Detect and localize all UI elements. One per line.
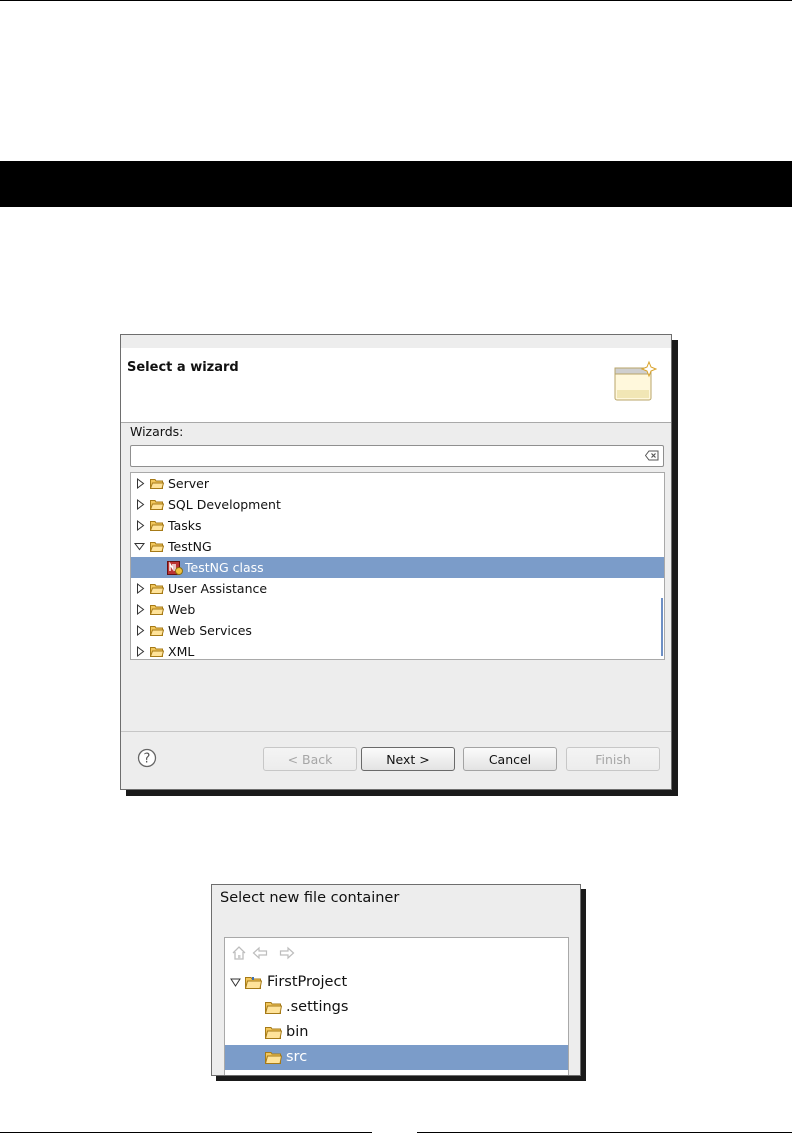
bottom-page-rule-right	[417, 1132, 792, 1133]
folder-icon	[150, 521, 164, 531]
black-banner	[0, 161, 792, 207]
tree-item-label: Tasks	[168, 518, 202, 533]
collapse-arrow-icon[interactable]	[230, 977, 241, 988]
open-folder-icon	[150, 542, 164, 552]
expand-arrow-icon[interactable]	[136, 646, 145, 657]
next-button[interactable]: Next >	[361, 747, 455, 771]
container-tree[interactable]: FirstProject .settings bin src	[224, 937, 569, 1075]
expand-arrow-icon[interactable]	[136, 583, 145, 594]
button-bar-separator	[121, 731, 671, 732]
folder-icon	[150, 605, 164, 615]
tree-item-label: Web	[168, 602, 196, 617]
tree-item-user-assistance[interactable]: User Assistance	[131, 578, 664, 599]
home-icon[interactable]	[231, 945, 247, 961]
expand-arrow-icon[interactable]	[136, 499, 145, 510]
tree-item-label: SQL Development	[168, 497, 281, 512]
tree-item-server[interactable]: Server	[131, 473, 664, 494]
folder-icon	[265, 1027, 282, 1039]
tree-item-testng[interactable]: TestNG	[131, 536, 664, 557]
tree-item-firstproject[interactable]: FirstProject	[225, 970, 568, 995]
tree-scrollbar[interactable]	[661, 598, 663, 656]
tree-item-tasks[interactable]: Tasks	[131, 515, 664, 536]
tree-item-testng-class[interactable]: TestNG class	[131, 557, 664, 578]
tree-item-settings[interactable]: .settings	[225, 995, 568, 1020]
tree-item-src[interactable]: src	[225, 1045, 568, 1070]
folder-icon	[150, 647, 164, 657]
tree-item-label: .settings	[286, 999, 349, 1015]
dialog-title: Select a wizard	[127, 360, 239, 375]
new-wizard-banner-icon	[614, 360, 657, 401]
dialog-header: Select a wizard	[121, 348, 671, 422]
forward-arrow-icon[interactable]	[279, 945, 295, 961]
top-page-rule	[0, 0, 792, 1]
help-icon[interactable]: ?	[137, 748, 157, 768]
bottom-page-rule-left	[0, 1132, 372, 1133]
wizard-filter-input[interactable]	[134, 447, 638, 465]
file-container-panel: Select new file container FirstProject .…	[211, 884, 581, 1076]
tree-item-web[interactable]: Web	[131, 599, 664, 620]
expand-arrow-icon[interactable]	[136, 604, 145, 615]
svg-text:?: ?	[144, 752, 151, 767]
expand-arrow-icon[interactable]	[136, 478, 145, 489]
java-project-icon	[245, 977, 262, 989]
tree-item-sql-development[interactable]: SQL Development	[131, 494, 664, 515]
folder-icon	[265, 1052, 282, 1064]
select-wizard-dialog: Select a wizard Wizards: Server SQL Deve…	[120, 334, 672, 790]
finish-button[interactable]: Finish	[566, 747, 660, 771]
folder-icon	[265, 1002, 282, 1014]
folder-icon	[150, 584, 164, 594]
folder-icon	[150, 500, 164, 510]
tree-item-xml[interactable]: XML	[131, 641, 664, 659]
back-arrow-icon[interactable]	[252, 945, 268, 961]
tree-item-label: src	[286, 1049, 308, 1065]
panel-title: Select new file container	[220, 890, 400, 906]
folder-icon	[150, 626, 164, 636]
expand-arrow-icon[interactable]	[136, 625, 145, 636]
back-button[interactable]: < Back	[263, 747, 357, 771]
tree-item-web-services[interactable]: Web Services	[131, 620, 664, 641]
tree-item-label: FirstProject	[267, 974, 348, 990]
tree-item-label: XML	[168, 644, 195, 659]
tree-item-label: Web Services	[168, 623, 252, 638]
folder-icon	[150, 479, 164, 489]
wizards-label: Wizards:	[130, 424, 184, 439]
header-separator	[121, 422, 671, 423]
tree-item-label: TestNG class	[185, 560, 264, 575]
tree-item-label: bin	[286, 1024, 309, 1040]
testng-class-icon	[167, 561, 183, 575]
tree-item-label: User Assistance	[168, 581, 268, 596]
tree-item-label: Server	[168, 476, 209, 491]
tree-item-bin[interactable]: bin	[225, 1020, 568, 1045]
cancel-button[interactable]: Cancel	[463, 747, 557, 771]
tree-item-label: TestNG	[168, 539, 212, 554]
clear-filter-icon[interactable]	[645, 450, 659, 461]
wizard-filter-field[interactable]	[130, 445, 664, 467]
wizard-tree[interactable]: Server SQL Development Tasks TestNG Test…	[130, 472, 665, 660]
expand-arrow-icon[interactable]	[136, 520, 145, 531]
collapse-arrow-icon[interactable]	[134, 541, 145, 552]
